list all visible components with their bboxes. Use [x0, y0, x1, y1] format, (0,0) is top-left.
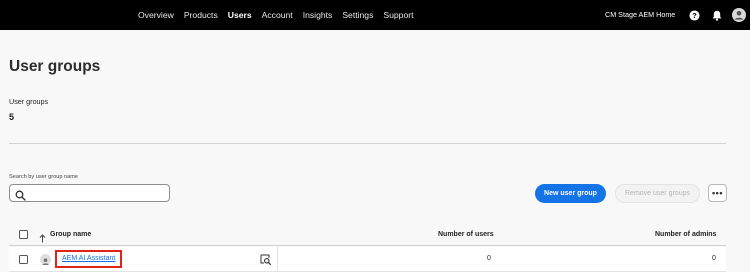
- column-header-admins: Number of admins: [655, 231, 717, 238]
- top-navigation-bar: Overview Products Users Account Insights…: [0, 0, 750, 30]
- search-label: Search by user group name: [9, 174, 79, 180]
- main-nav: Overview Products Users Account Insights…: [138, 0, 424, 30]
- table-header: Group name Number of users Number of adm…: [9, 224, 726, 246]
- group-name-highlight: AEM AI Assistant: [55, 250, 122, 268]
- nav-support[interactable]: Support: [383, 10, 413, 20]
- row-column-divider: [277, 247, 278, 272]
- nav-overview[interactable]: Overview: [138, 10, 174, 20]
- new-user-group-button[interactable]: New user group: [535, 184, 606, 203]
- inspect-icon[interactable]: [260, 253, 272, 266]
- column-header-users: Number of users: [438, 231, 494, 238]
- user-groups-count-label: User groups: [9, 97, 49, 106]
- nav-insights[interactable]: Insights: [303, 10, 333, 20]
- section-divider: [9, 143, 726, 144]
- group-avatar-icon: [40, 254, 51, 265]
- table-row: AEM AI Assistant 0 0: [9, 247, 726, 272]
- page-title: User groups: [9, 58, 101, 75]
- sort-arrow-icon[interactable]: [39, 230, 46, 243]
- avatar-icon[interactable]: [732, 8, 746, 22]
- bell-icon[interactable]: [711, 9, 723, 21]
- nav-users[interactable]: Users: [228, 10, 252, 20]
- remove-user-groups-button[interactable]: Remove user groups: [615, 184, 700, 203]
- search-input[interactable]: [28, 186, 166, 200]
- search-icon: [15, 188, 26, 201]
- row-checkbox[interactable]: [19, 255, 28, 264]
- search-field[interactable]: [9, 184, 170, 202]
- user-groups-count: 5: [9, 112, 15, 122]
- org-switcher[interactable]: CM Stage AEM Home: [605, 10, 675, 19]
- select-all-checkbox[interactable]: [19, 230, 28, 239]
- more-actions-button[interactable]: •••: [708, 184, 727, 202]
- help-icon[interactable]: ?: [688, 9, 700, 21]
- nav-settings[interactable]: Settings: [342, 10, 373, 20]
- column-header-group-name[interactable]: Group name: [50, 231, 91, 238]
- nav-products[interactable]: Products: [184, 10, 218, 20]
- cell-number-of-admins: 0: [712, 255, 716, 262]
- group-name-link[interactable]: AEM AI Assistant: [62, 255, 115, 262]
- nav-account[interactable]: Account: [262, 10, 293, 20]
- svg-text:?: ?: [692, 11, 697, 20]
- cell-number-of-users: 0: [487, 255, 491, 262]
